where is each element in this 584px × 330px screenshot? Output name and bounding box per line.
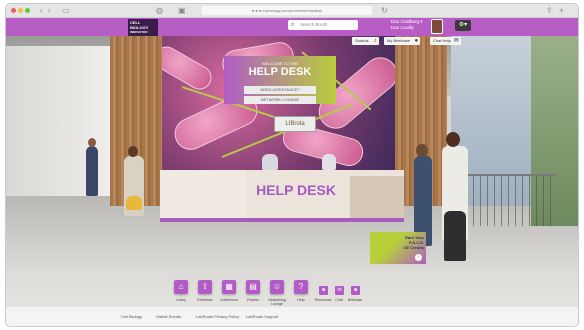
gear-icon: ⚙▾ (458, 22, 468, 28)
desk-return (350, 176, 404, 218)
need-assistance-button[interactable]: NEED ASSISTANCE? (244, 86, 316, 94)
logo-line-3: INNOVATOR (130, 30, 148, 34)
footer-link[interactable]: Cell Biology (121, 314, 142, 319)
footer-link[interactable]: LabRoots Privacy Policy (196, 314, 239, 319)
person-figure (86, 146, 98, 196)
browser-toolbar: ‹ › ▭ ◍ ▣ ● ● ● mybiology.com/products/h… (6, 4, 578, 18)
maximize-window-button[interactable] (25, 8, 30, 13)
promo-line-1: Earn Your P.A.C.E. (405, 235, 424, 245)
footer-link[interactable]: Visible Events (156, 314, 181, 319)
sidebar-icon[interactable]: ▭ (62, 5, 70, 16)
person-head (416, 144, 428, 157)
bacterium-shape (162, 42, 216, 94)
person-legs (444, 211, 466, 261)
browser-window: ‹ › ▭ ◍ ▣ ● ● ● mybiology.com/products/h… (6, 4, 578, 326)
help-icon[interactable]: ? (294, 280, 308, 294)
search-input[interactable]: ⌕ Search Booth (288, 20, 358, 30)
site-logo[interactable]: CELL BIOLOGY INNOVATOR (128, 19, 158, 36)
booth-scene: WELCOME TO THE HELP DESK NEED ASSISTANCE… (6, 36, 578, 326)
promo-line-2: CE Credits (403, 245, 424, 250)
chat-help-button[interactable]: Chat Help ✉ (430, 37, 461, 45)
page-footer (6, 307, 578, 326)
arrow-right-icon[interactable]: › (415, 254, 422, 261)
share-icon[interactable]: ⇪ (546, 5, 553, 16)
conference-icon[interactable]: ▦ (222, 280, 236, 294)
sound-button[interactable]: Sounds ♪ (352, 37, 379, 45)
user-menu[interactable]: Dan Goldberg ▾ Dan Loudly (391, 19, 423, 31)
help-desk-counter: HELP DESK (160, 170, 404, 222)
ce-credits-promo[interactable]: Earn Your P.A.C.E. CE Credits › (370, 232, 426, 264)
person-figure (322, 154, 336, 170)
new-tab-icon[interactable]: + (559, 5, 564, 16)
lobby-icon[interactable]: ⌂ (174, 280, 188, 294)
person-skirt (126, 196, 142, 210)
promo-text: Earn Your P.A.C.E. CE Credits (394, 235, 424, 250)
search-icon: ⌕ (291, 22, 295, 28)
person-figure (262, 154, 278, 170)
sound-label: Sounds (355, 38, 369, 43)
user-subtitle: Dan Loudly (391, 25, 414, 30)
helpdesk-title: HELP DESK (248, 66, 312, 78)
person-head (88, 138, 96, 147)
chat-icon: ✉ (453, 38, 459, 44)
posters-icon[interactable]: ▤ (246, 280, 260, 294)
reload-icon[interactable]: ↻ (381, 5, 388, 16)
avatar[interactable] (431, 19, 443, 34)
dock-label-briefcase: Briefcase (347, 298, 363, 302)
brand-sign[interactable]: LIBrota (274, 116, 316, 132)
briefcase-label: My Briefcase (387, 38, 411, 43)
briefcase-icon: ● (414, 38, 419, 44)
briefcase-dock-icon[interactable]: ■ (351, 286, 360, 295)
chat-help-label: Chat Help (433, 38, 451, 43)
person-head (446, 132, 460, 147)
exhibitors-icon[interactable]: ⇧ (198, 280, 212, 294)
back-icon[interactable]: ‹ (40, 5, 43, 16)
network-lounge-button[interactable]: NETWORK LOUNGE (244, 96, 316, 104)
footer-link[interactable]: LabRoots Support (246, 314, 278, 319)
person-head (128, 146, 138, 157)
shield-icon[interactable]: ◍ (156, 5, 163, 16)
settings-button[interactable]: ⚙▾ (455, 20, 471, 31)
tabs-icon[interactable]: ▣ (178, 5, 186, 16)
close-window-button[interactable] (11, 8, 16, 13)
address-bar[interactable]: ● ● ● mybiology.com/products/helpdesk (202, 6, 372, 15)
minimize-window-button[interactable] (18, 8, 23, 13)
search-placeholder: Search Booth (300, 22, 328, 27)
resources-icon[interactable]: ■ (319, 286, 328, 295)
briefcase-button[interactable]: My Briefcase ● (384, 37, 421, 45)
networking-icon[interactable]: ☺ (270, 280, 284, 294)
speaker-icon: ♪ (373, 38, 377, 44)
chat-icon[interactable]: ✉ (335, 286, 344, 295)
forward-icon[interactable]: › (48, 5, 51, 16)
desk-label: HELP DESK (256, 182, 336, 198)
desk-panel (160, 170, 246, 218)
